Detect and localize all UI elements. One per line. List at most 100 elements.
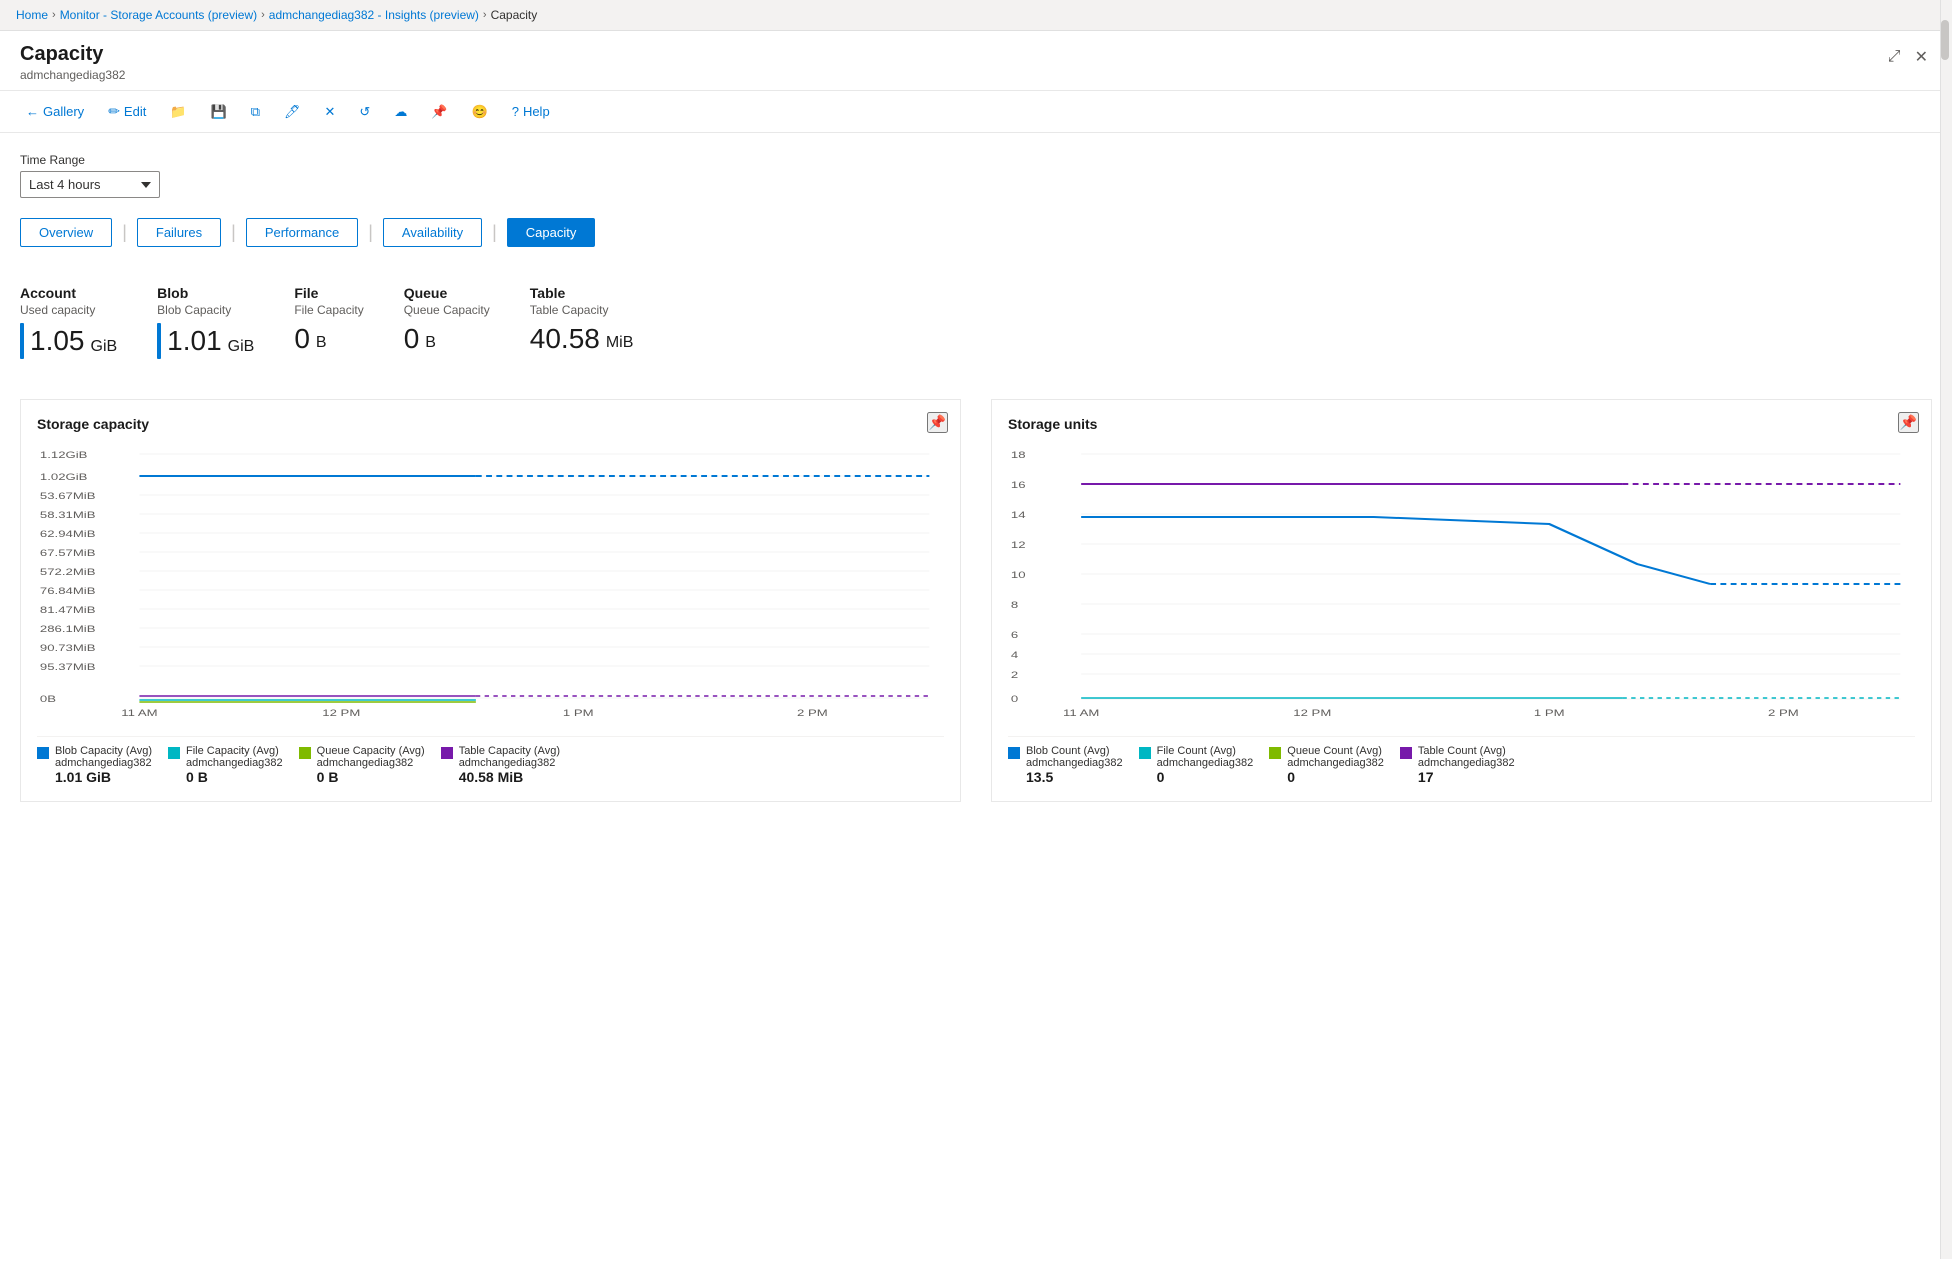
cloud-button[interactable]: ☁	[388, 100, 413, 124]
tab-sep-1: |	[122, 222, 127, 243]
svg-text:4: 4	[1011, 651, 1018, 661]
time-range-select[interactable]: Last 30 minutesLast hourLast 4 hoursLast…	[20, 171, 160, 198]
page-title: Capacity	[20, 43, 125, 66]
metric-queue-label: Queue	[404, 285, 490, 301]
svg-text:76.84MiB: 76.84MiB	[40, 587, 96, 597]
tab-availability[interactable]: Availability	[383, 218, 482, 247]
svg-text:81.47MiB: 81.47MiB	[40, 606, 96, 616]
metric-blob: Blob Blob Capacity 1.01 GiB	[157, 285, 254, 359]
legend-table-color	[441, 747, 453, 759]
legend-table-text: Table Capacity (Avg) admchangediag382 40…	[459, 745, 560, 785]
breadcrumb-home[interactable]: Home	[16, 8, 48, 22]
metric-queue-sublabel: Queue Capacity	[404, 303, 490, 317]
legend-file-count: File Count (Avg) admchangediag382 0	[1139, 745, 1254, 785]
svg-text:58.31MiB: 58.31MiB	[40, 511, 96, 521]
close-button[interactable]: ✕	[1911, 43, 1932, 71]
pencil-button[interactable]: 🖊	[278, 100, 307, 124]
metric-account: Account Used capacity 1.05 GiB	[20, 285, 117, 359]
svg-text:286.1MiB: 286.1MiB	[40, 625, 96, 635]
metric-file-unit: B	[316, 334, 327, 352]
metric-account-bar	[20, 323, 24, 359]
svg-text:62.94MiB: 62.94MiB	[40, 530, 96, 540]
svg-text:53.67MiB: 53.67MiB	[40, 492, 96, 502]
edit-icon: ✏	[108, 103, 120, 120]
metric-blob-label: Blob	[157, 285, 254, 301]
emoji-button[interactable]: 😊	[466, 100, 494, 124]
legend-file-color	[168, 747, 180, 759]
help-label: Help	[523, 104, 550, 119]
refresh-button[interactable]: ↺	[353, 100, 376, 124]
svg-text:11 AM: 11 AM	[121, 709, 157, 719]
storage-capacity-svg: 1.12GiB 1.02GiB 53.67MiB 58.31MiB 62.94M…	[37, 444, 944, 724]
metrics-row: Account Used capacity 1.05 GiB Blob Blob…	[20, 275, 1932, 369]
help-button[interactable]: ? Help	[506, 100, 556, 123]
scrollbar[interactable]	[1940, 133, 1952, 1259]
legend-table-count: Table Count (Avg) admchangediag382 17	[1400, 745, 1515, 785]
svg-text:1.12GiB: 1.12GiB	[40, 451, 88, 461]
metric-account-value-row: 1.05 GiB	[20, 323, 117, 359]
legend-filecount-color	[1139, 747, 1151, 759]
edit-button[interactable]: ✏ Edit	[102, 99, 152, 124]
pin-button[interactable]: 📌	[425, 100, 453, 124]
svg-text:90.73MiB: 90.73MiB	[40, 644, 96, 654]
svg-text:1 PM: 1 PM	[1534, 709, 1565, 719]
metric-file: File File Capacity 0 B	[294, 285, 363, 359]
tab-overview[interactable]: Overview	[20, 218, 112, 247]
legend-filecount-text: File Count (Avg) admchangediag382 0	[1157, 745, 1254, 785]
charts-row: Storage capacity 📌 1.12GiB 1.02GiB 53.67…	[20, 399, 1932, 802]
metric-account-unit: GiB	[91, 338, 118, 356]
metric-table: Table Table Capacity 40.58 MiB	[530, 285, 634, 359]
gallery-label: Gallery	[43, 104, 84, 119]
svg-text:6: 6	[1011, 631, 1018, 641]
tab-capacity[interactable]: Capacity	[507, 218, 596, 247]
storage-capacity-legend: Blob Capacity (Avg) admchangediag382 1.0…	[37, 736, 944, 785]
save-button[interactable]: 💾	[205, 100, 233, 124]
tab-failures[interactable]: Failures	[137, 218, 221, 247]
panel-header: Capacity admchangediag382 ⤢ ✕	[0, 31, 1952, 91]
metric-queue-unit: B	[425, 334, 436, 352]
svg-text:2 PM: 2 PM	[797, 709, 828, 719]
copy-icon: ⧉	[251, 104, 260, 120]
svg-text:1 PM: 1 PM	[563, 709, 594, 719]
storage-units-svg: 18 16 14 12 10 8 6 4 2 0	[1008, 444, 1915, 724]
metric-blob-value: 1.01	[167, 325, 222, 357]
legend-blob-text: Blob Capacity (Avg) admchangediag382 1.0…	[55, 745, 152, 785]
metric-account-label: Account	[20, 285, 117, 301]
metric-file-value: 0	[294, 323, 310, 355]
panel-actions: ⤢ ✕	[1884, 43, 1932, 71]
panel-title-area: Capacity admchangediag382	[20, 43, 125, 82]
metric-blob-sublabel: Blob Capacity	[157, 303, 254, 317]
svg-text:11 AM: 11 AM	[1063, 709, 1099, 719]
legend-tablecount-color	[1400, 747, 1412, 759]
svg-text:14: 14	[1011, 511, 1026, 521]
svg-text:16: 16	[1011, 481, 1026, 491]
metric-account-value: 1.05	[30, 325, 85, 357]
legend-file-capacity: File Capacity (Avg) admchangediag382 0 B	[168, 745, 283, 785]
storage-capacity-pin[interactable]: 📌	[927, 412, 948, 433]
legend-tablecount-text: Table Count (Avg) admchangediag382 17	[1418, 745, 1515, 785]
copy-button[interactable]: ⧉	[245, 100, 266, 124]
legend-queuecount-color	[1269, 747, 1281, 759]
legend-queue-text: Queue Capacity (Avg) admchangediag382 0 …	[317, 745, 425, 785]
tab-sep-2: |	[231, 222, 236, 243]
legend-table-capacity: Table Capacity (Avg) admchangediag382 40…	[441, 745, 560, 785]
edit-label: Edit	[124, 104, 146, 119]
storage-capacity-title: Storage capacity	[37, 416, 944, 432]
metric-table-unit: MiB	[606, 334, 634, 352]
folder-button[interactable]: 📁	[164, 100, 192, 124]
time-range-label: Time Range	[20, 153, 1932, 167]
storage-units-pin[interactable]: 📌	[1898, 412, 1919, 433]
storage-capacity-panel: Storage capacity 📌 1.12GiB 1.02GiB 53.67…	[20, 399, 961, 802]
breadcrumb-monitor[interactable]: Monitor - Storage Accounts (preview)	[60, 8, 257, 22]
gallery-button[interactable]: ← Gallery	[20, 100, 90, 123]
pin-icon: 📌	[431, 104, 447, 120]
svg-text:2: 2	[1011, 671, 1018, 681]
discard-button[interactable]: ✕	[319, 100, 342, 124]
svg-text:67.57MiB: 67.57MiB	[40, 549, 96, 559]
tab-performance[interactable]: Performance	[246, 218, 358, 247]
storage-units-chart-area: 18 16 14 12 10 8 6 4 2 0	[1008, 444, 1915, 724]
breadcrumb-insights[interactable]: admchangediag382 - Insights (preview)	[269, 8, 479, 22]
legend-blob-color	[37, 747, 49, 759]
legend-queue-color	[299, 747, 311, 759]
maximize-button[interactable]: ⤢	[1884, 43, 1905, 71]
